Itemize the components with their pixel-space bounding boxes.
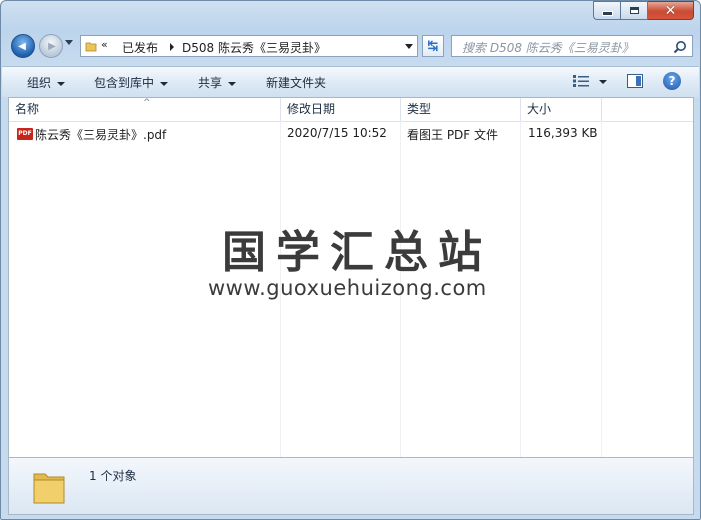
share-label: 共享 bbox=[198, 76, 223, 90]
help-icon[interactable]: ? bbox=[663, 72, 681, 90]
column-header-modified-label: 修改日期 bbox=[287, 102, 336, 116]
column-header-size[interactable]: 大小 bbox=[521, 98, 602, 121]
organize-menu[interactable]: 组织 bbox=[27, 74, 66, 91]
file-list[interactable]: 名称 ^ 修改日期 类型 大小 PDF 陈云秀《三易灵卦》.pdf 2020/7… bbox=[8, 97, 694, 458]
share-menu[interactable]: 共享 bbox=[198, 74, 237, 91]
details-pane: 1 个对象 bbox=[8, 458, 694, 515]
column-header-name-label: 名称 bbox=[15, 102, 40, 116]
pdf-file-icon: PDF bbox=[17, 128, 33, 140]
explorer-window: ✕ ◀ ▶ « 已发布 D508 陈云秀《三易灵卦》 ↹ 搜索 D508 陈云秀… bbox=[0, 0, 701, 520]
chevron-down-icon bbox=[228, 81, 237, 86]
include-in-library-menu[interactable]: 包含到库中 bbox=[94, 74, 169, 91]
maximize-button[interactable] bbox=[621, 1, 648, 20]
refresh-icon: ↹ bbox=[427, 38, 439, 54]
file-modified-date: 2020/7/15 10:52 bbox=[287, 126, 387, 140]
breadcrumb-published[interactable]: 已发布 bbox=[122, 39, 158, 56]
column-divider bbox=[520, 121, 521, 457]
chevron-down-icon bbox=[57, 81, 66, 86]
forward-button[interactable]: ▶ bbox=[39, 34, 63, 58]
file-type: 看图王 PDF 文件 bbox=[407, 128, 499, 142]
minimize-button[interactable] bbox=[593, 1, 621, 20]
column-header-size-label: 大小 bbox=[527, 102, 552, 116]
sort-ascending-icon: ^ bbox=[143, 98, 151, 108]
view-options-dropdown[interactable] bbox=[599, 80, 607, 84]
column-header-type[interactable]: 类型 bbox=[401, 98, 521, 121]
watermark-title: 国学汇总站 bbox=[222, 227, 492, 278]
new-folder-button[interactable]: 新建文件夹 bbox=[266, 74, 326, 91]
maximize-icon bbox=[629, 7, 639, 14]
address-overflow-chevron[interactable]: « bbox=[101, 38, 108, 51]
file-size: 116,393 KB bbox=[528, 126, 598, 140]
file-row[interactable]: PDF 陈云秀《三易灵卦》.pdf 2020/7/15 10:52 看图王 PD… bbox=[9, 124, 693, 144]
watermark-url: www.guoxuehuizong.com bbox=[208, 276, 487, 300]
close-icon: ✕ bbox=[664, 2, 677, 19]
folder-icon bbox=[33, 473, 65, 504]
column-header-name[interactable]: 名称 ^ bbox=[9, 98, 281, 121]
column-divider bbox=[601, 121, 602, 457]
view-options-icon[interactable] bbox=[573, 75, 589, 87]
search-icon[interactable] bbox=[673, 40, 687, 54]
back-arrow-icon: ◀ bbox=[18, 40, 26, 52]
column-header-type-label: 类型 bbox=[407, 102, 432, 116]
close-button[interactable]: ✕ bbox=[648, 1, 694, 20]
address-history-dropdown[interactable] bbox=[405, 44, 413, 49]
organize-label: 组织 bbox=[27, 76, 52, 90]
caption-buttons: ✕ bbox=[593, 1, 694, 20]
item-count: 1 个对象 bbox=[89, 469, 137, 483]
recent-pages-dropdown[interactable] bbox=[65, 40, 73, 45]
search-input[interactable]: 搜索 D508 陈云秀《三易灵卦》 bbox=[462, 39, 634, 56]
command-bar: 组织 包含到库中 共享 新建文件夹 ? bbox=[2, 66, 699, 97]
forward-arrow-icon: ▶ bbox=[48, 40, 56, 52]
minimize-icon bbox=[602, 12, 612, 15]
back-button[interactable]: ◀ bbox=[11, 34, 35, 58]
navigation-bar: ◀ ▶ « 已发布 D508 陈云秀《三易灵卦》 ↹ 搜索 D508 陈云秀《三… bbox=[1, 32, 700, 60]
breadcrumb-separator-icon[interactable] bbox=[170, 43, 174, 51]
chevron-down-icon bbox=[160, 81, 169, 86]
new-folder-label: 新建文件夹 bbox=[266, 76, 327, 90]
column-headers: 名称 ^ 修改日期 类型 大小 bbox=[9, 98, 693, 122]
breadcrumb-current-folder[interactable]: D508 陈云秀《三易灵卦》 bbox=[182, 39, 326, 56]
column-header-modified[interactable]: 修改日期 bbox=[281, 98, 401, 121]
search-box[interactable]: 搜索 D508 陈云秀《三易灵卦》 bbox=[451, 35, 693, 57]
folder-icon bbox=[85, 42, 97, 52]
include-in-library-label: 包含到库中 bbox=[94, 76, 155, 90]
file-name[interactable]: 陈云秀《三易灵卦》.pdf bbox=[35, 126, 166, 143]
preview-pane-icon[interactable] bbox=[627, 74, 643, 88]
address-bar[interactable]: « 已发布 D508 陈云秀《三易灵卦》 bbox=[80, 35, 418, 57]
refresh-button[interactable]: ↹ bbox=[422, 35, 444, 57]
